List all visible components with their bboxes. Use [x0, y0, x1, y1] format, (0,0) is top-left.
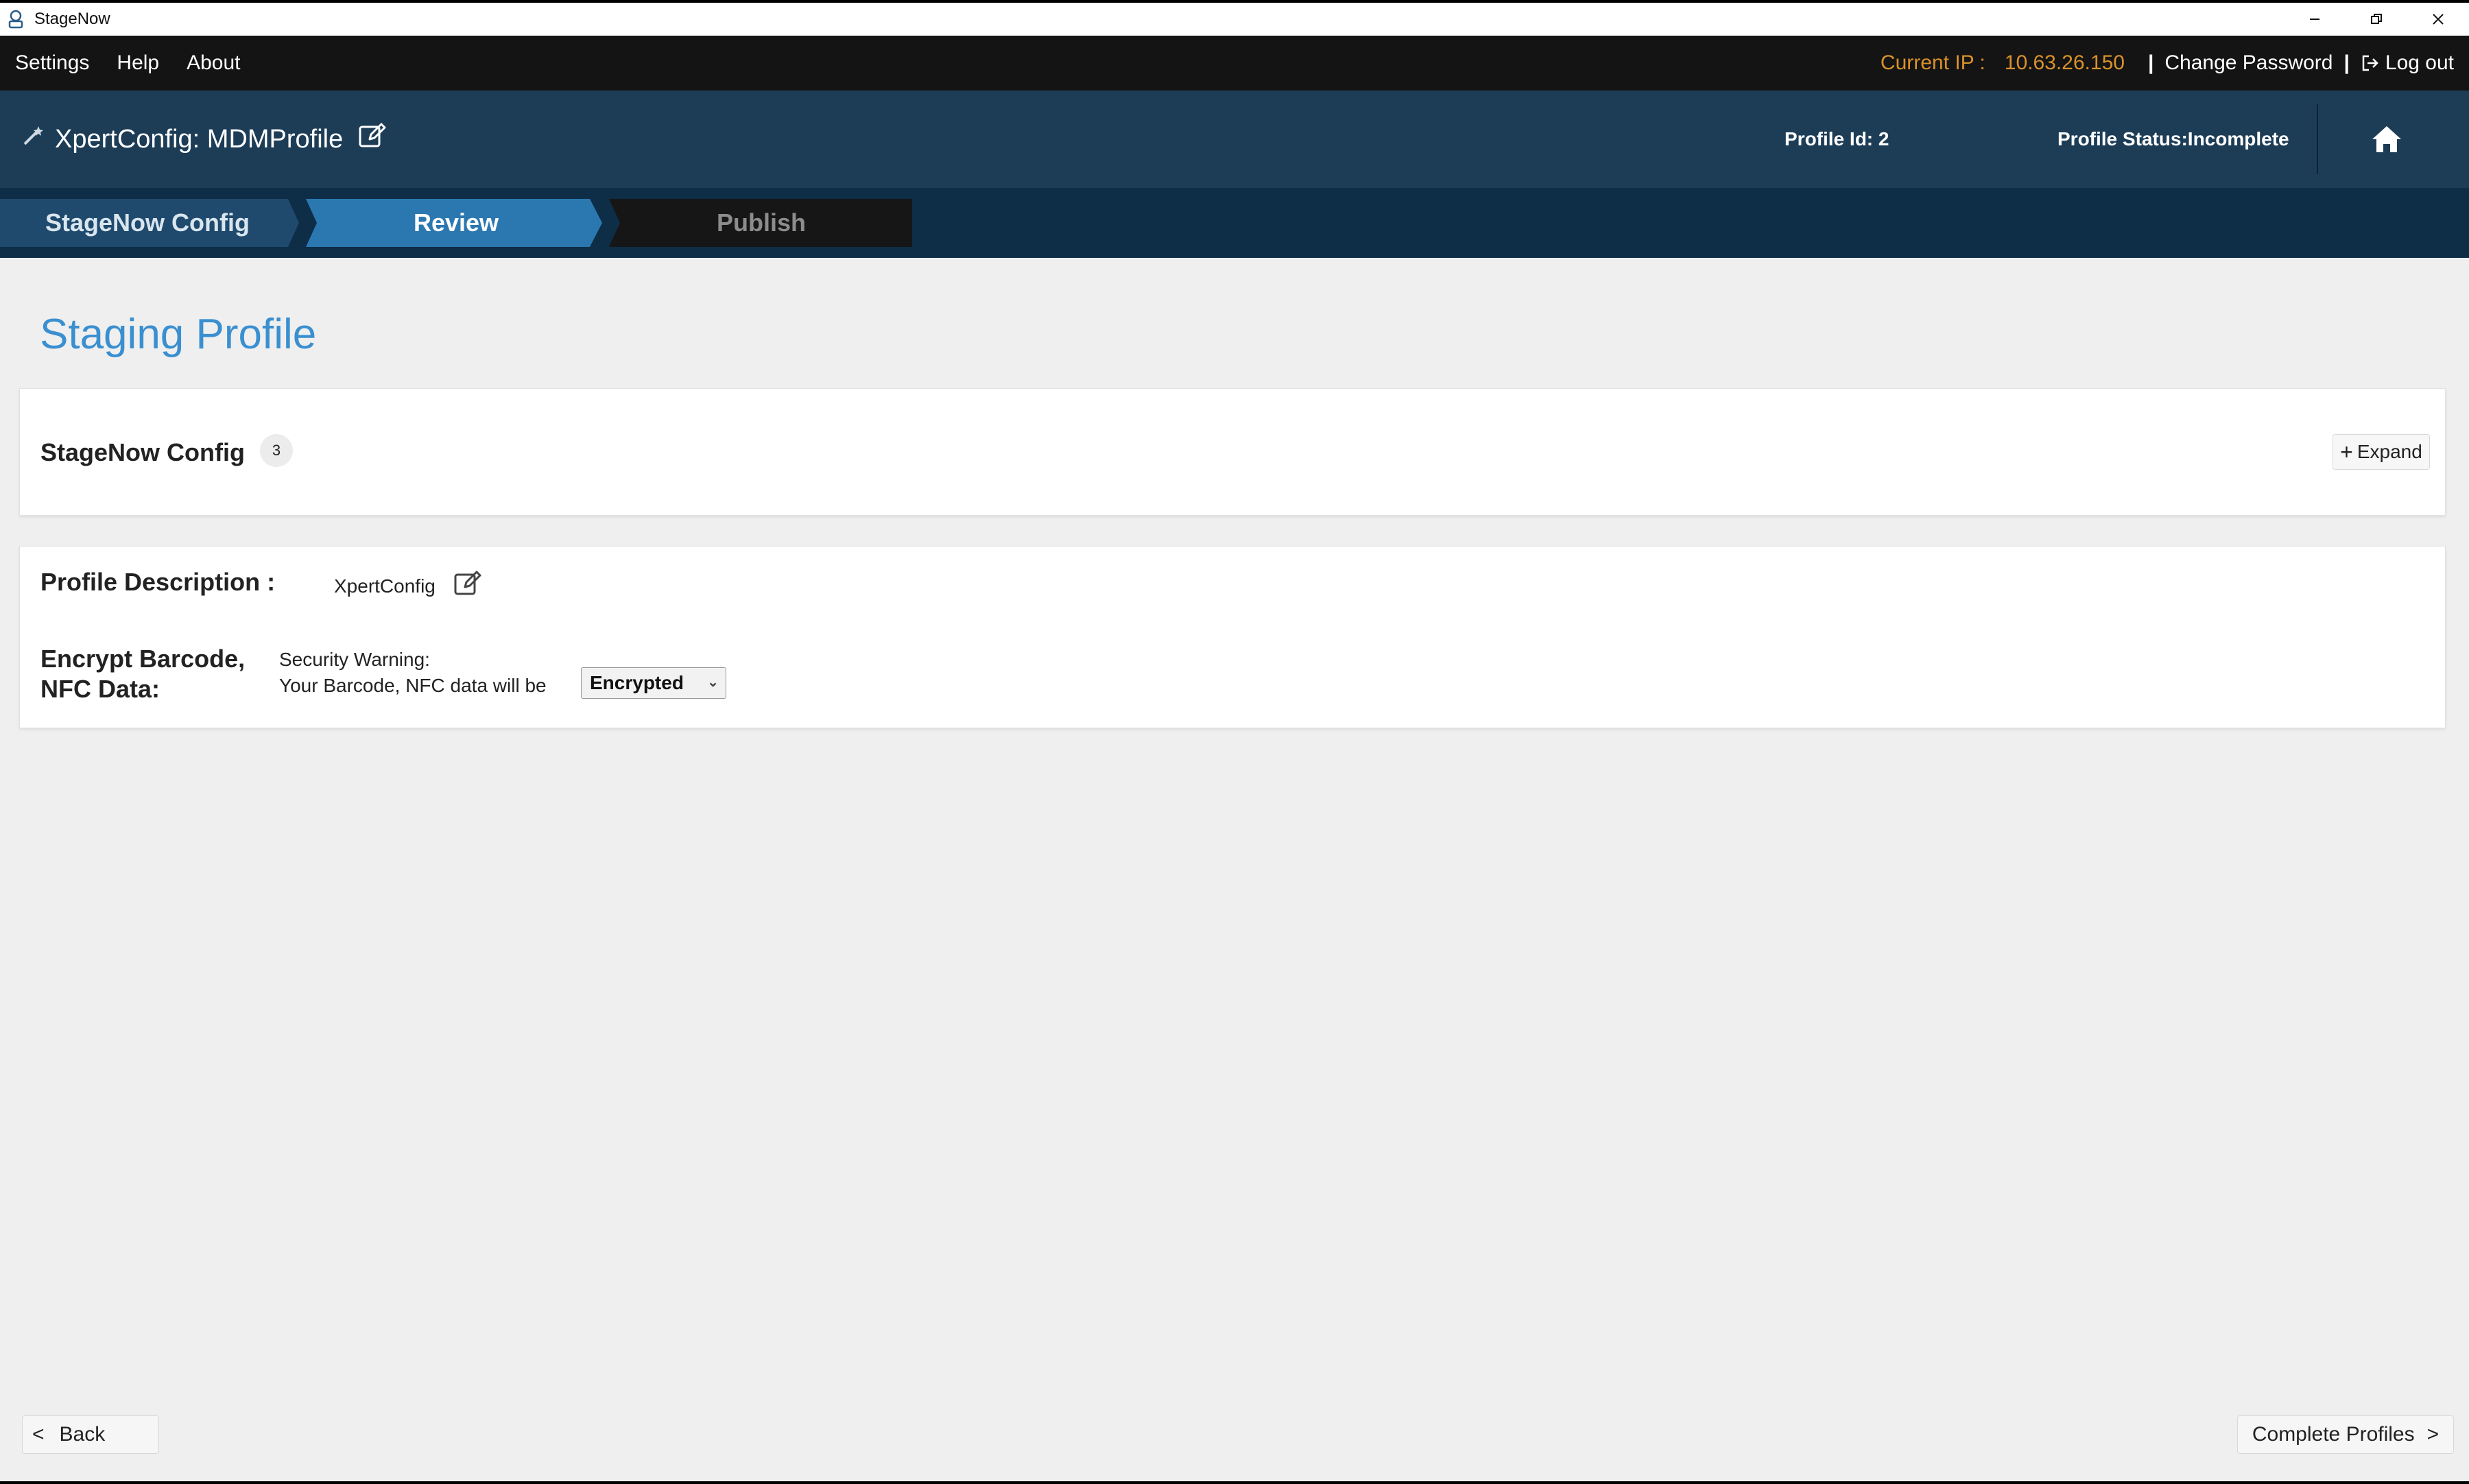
close-icon — [2433, 14, 2444, 25]
forward-arrow-icon: > — [2426, 1423, 2440, 1446]
home-button[interactable] — [2352, 91, 2421, 188]
restore-icon — [2371, 14, 2382, 24]
encrypt-label-line1: Encrypt Barcode, — [40, 645, 246, 673]
edit-icon[interactable] — [357, 121, 387, 158]
encrypt-select-value: Encrypted — [590, 672, 684, 693]
expand-label: Expand — [2357, 441, 2422, 462]
encrypt-select[interactable]: Encrypted ⌄ — [581, 667, 726, 699]
menu-separator: | — [2343, 51, 2350, 74]
page-title: Staging Profile — [40, 311, 317, 358]
back-arrow-icon: < — [32, 1423, 45, 1446]
profile-status: Profile Status:Incomplete — [2058, 128, 2289, 149]
menu-about[interactable]: About — [187, 51, 240, 75]
minimize-button[interactable] — [2284, 3, 2346, 36]
logout-link[interactable]: Log out — [2361, 51, 2454, 75]
restore-button[interactable] — [2346, 3, 2407, 36]
window-bottom-edge — [0, 1481, 2469, 1484]
profile-description-value: XpertConfig — [334, 575, 436, 597]
back-label: Back — [59, 1423, 106, 1446]
window-title: StageNow — [34, 10, 110, 28]
minimize-icon — [2310, 19, 2319, 20]
complete-profiles-button[interactable]: Complete Profiles > — [2237, 1415, 2454, 1454]
edit-icon[interactable] — [452, 569, 482, 603]
app-icon — [4, 8, 27, 31]
header-divider — [2317, 104, 2318, 174]
profile-details-card: Profile Description : XpertConfig Encryp… — [19, 546, 2446, 728]
profile-id: Profile Id: 2 — [1785, 128, 1889, 149]
security-warning: Security Warning: Your Barcode, NFC data… — [279, 647, 547, 699]
profile-header: XpertConfig: MDMProfile Profile Id: 2 Pr… — [0, 91, 2469, 188]
menu-separator: | — [2147, 51, 2154, 74]
tab-publish[interactable]: Publish — [624, 202, 898, 244]
back-button[interactable]: < Back — [22, 1415, 159, 1454]
menu-settings[interactable]: Settings — [15, 51, 89, 75]
current-ip-value: 10.63.26.150 — [2004, 51, 2125, 74]
window-titlebar: StageNow — [0, 0, 2469, 36]
tab-stagenow-config[interactable]: StageNow Config — [27, 202, 267, 244]
encrypt-label: Encrypt Barcode, NFC Data: — [40, 644, 260, 704]
wizard-steps: StageNow Config Review Publish — [0, 188, 2469, 258]
current-ip-label: Current IP : — [1880, 51, 1985, 74]
tab-review[interactable]: Review — [322, 202, 590, 244]
menubar: Settings Help About Current IP : 10.63.2… — [0, 36, 2469, 91]
config-section-title: StageNow Config — [40, 438, 245, 466]
encrypt-label-line2: NFC Data: — [40, 675, 160, 703]
complete-profiles-label: Complete Profiles — [2252, 1423, 2415, 1446]
plus-icon: + — [2340, 439, 2353, 464]
close-button[interactable] — [2407, 3, 2469, 36]
security-warning-text: Your Barcode, NFC data will be — [279, 675, 547, 696]
config-section-card: StageNow Config 3 + Expand — [19, 388, 2446, 516]
expand-button[interactable]: + Expand — [2333, 434, 2430, 470]
logout-icon — [2362, 55, 2378, 71]
security-warning-title: Security Warning: — [279, 649, 430, 670]
home-icon — [2372, 126, 2401, 152]
menu-help[interactable]: Help — [117, 51, 159, 75]
profile-description-label: Profile Description : — [40, 568, 276, 596]
wand-icon — [21, 123, 45, 155]
profile-title: XpertConfig: MDMProfile — [55, 124, 344, 154]
chevron-down-icon: ⌄ — [707, 675, 719, 690]
change-password-link[interactable]: Change Password — [2164, 51, 2333, 75]
logout-label: Log out — [2385, 51, 2454, 74]
count-badge: 3 — [259, 434, 293, 467]
